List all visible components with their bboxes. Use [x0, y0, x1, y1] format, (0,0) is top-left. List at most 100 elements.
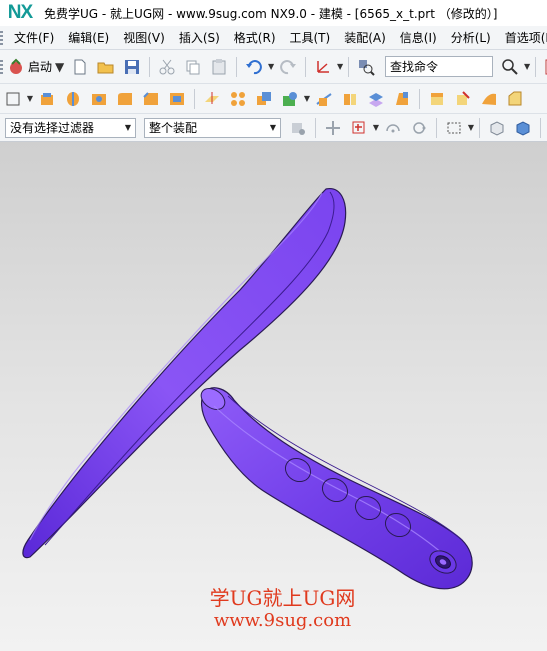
chevron-down-icon[interactable]: ▼ — [26, 94, 34, 103]
quadrant-point-button[interactable] — [408, 117, 430, 139]
menu-preferences[interactable]: 首选项(P) — [498, 26, 547, 49]
extrude-icon — [41, 92, 53, 105]
arc-center-button[interactable] — [382, 117, 404, 139]
title-bar: NX 免费学UG - 就上UG网 - www.9sug.com NX9.0 - … — [0, 0, 547, 26]
start-icon — [10, 58, 22, 74]
menu-insert[interactable]: 插入(S) — [172, 26, 227, 49]
menu-analysis[interactable]: 分析(L) — [444, 26, 498, 49]
unite-button[interactable] — [253, 88, 275, 110]
sweep-icon — [508, 91, 522, 105]
point-constructor-icon — [352, 121, 365, 133]
draft-icon — [396, 91, 408, 105]
shaded-cube-icon — [516, 120, 530, 136]
chevron-down-icon[interactable]: ▼ — [372, 123, 380, 132]
chevron-down-icon[interactable]: ▼ — [303, 94, 311, 103]
undo-button[interactable] — [243, 56, 265, 78]
hole-button[interactable] — [88, 88, 110, 110]
subtract-icon — [283, 91, 297, 106]
hole-icon — [92, 93, 106, 105]
window-layout-button[interactable] — [542, 56, 547, 78]
command-search-input[interactable] — [385, 56, 494, 77]
chamfer-button[interactable] — [140, 88, 162, 110]
menu-file[interactable]: 文件(F) — [7, 26, 61, 49]
unite-icon — [257, 91, 271, 105]
open-folder-icon — [97, 62, 114, 73]
menu-format[interactable]: 格式(R) — [227, 26, 283, 49]
draft-button[interactable] — [391, 88, 413, 110]
selection-scope-value: 整个装配 — [149, 121, 198, 135]
toolbar-separator — [348, 56, 350, 77]
revolve-button[interactable] — [62, 88, 84, 110]
replace-face-button[interactable] — [426, 88, 448, 110]
copy-button[interactable] — [182, 56, 204, 78]
menu-view[interactable]: 视图(V) — [116, 26, 172, 49]
snap-point-icon — [326, 120, 340, 135]
selection-filter-dropdown[interactable]: 没有选择过滤器 ▼ — [5, 117, 136, 138]
sketch-icon — [6, 92, 20, 105]
toolbar-separator — [479, 117, 480, 138]
menu-assembly[interactable]: 装配(A) — [337, 26, 393, 49]
part-model[interactable] — [0, 142, 547, 651]
select-settings-button[interactable] — [287, 117, 309, 139]
extrude-button[interactable] — [36, 88, 58, 110]
toolbar-separator — [236, 56, 238, 77]
csys-button[interactable] — [312, 56, 334, 78]
edge-blend-button[interactable] — [114, 88, 136, 110]
window-title: 免费学UG - 就上UG网 - www.9sug.com NX9.0 - 建模 … — [44, 6, 498, 21]
toolbar-separator — [149, 56, 151, 77]
cube-icon — [490, 120, 504, 136]
selection-toolbar: 没有选择过滤器 ▼ 整个装配 ▼ ▼ ▼ — [0, 114, 547, 142]
menu-edit[interactable]: 编辑(E) — [61, 26, 116, 49]
new-file-icon — [74, 59, 86, 74]
surface-button[interactable] — [478, 88, 500, 110]
shell-icon — [170, 92, 184, 105]
subtract-button[interactable] — [279, 88, 301, 110]
menu-bar: 文件(F) 编辑(E) 视图(V) 插入(S) 格式(R) 工具(T) 装配(A… — [0, 26, 547, 50]
command-finder-button[interactable] — [355, 56, 377, 78]
menu-information[interactable]: 信息(I) — [393, 26, 444, 49]
shaded-view-button[interactable] — [512, 117, 534, 139]
sweep-button[interactable] — [504, 88, 526, 110]
move-face-icon — [457, 90, 470, 105]
datum-plane-button[interactable] — [201, 88, 223, 110]
menu-tools[interactable]: 工具(T) — [283, 26, 338, 49]
chamfer-icon — [143, 91, 158, 105]
point-constructor-button[interactable] — [348, 117, 370, 139]
redo-button[interactable] — [277, 56, 299, 78]
split-body-button[interactable] — [339, 88, 361, 110]
handle-body[interactable] — [197, 384, 473, 590]
rectangle-select-button[interactable] — [443, 117, 465, 139]
toolbar-separator — [535, 56, 537, 77]
chevron-down-icon[interactable]: ▼ — [467, 123, 475, 132]
move-face-button[interactable] — [452, 88, 474, 110]
chevron-down-icon[interactable]: ▼ — [267, 62, 275, 71]
arc-center-icon — [386, 123, 400, 132]
toolbar-separator — [540, 117, 541, 138]
selection-scope-dropdown[interactable]: 整个装配 ▼ — [144, 117, 281, 138]
cut-button[interactable] — [156, 56, 178, 78]
watermark-line-1: 学UG就上UG网 — [209, 586, 356, 610]
toolbar-separator — [194, 88, 195, 109]
offset-face-button[interactable] — [365, 88, 387, 110]
trim-body-button[interactable] — [313, 88, 335, 110]
paste-button[interactable] — [208, 56, 230, 78]
chevron-down-icon[interactable]: ▼ — [523, 62, 531, 71]
offset-face-icon — [369, 92, 383, 107]
open-button[interactable] — [95, 56, 117, 78]
pattern-button[interactable] — [227, 88, 249, 110]
search-icon — [502, 58, 518, 75]
menu-grip[interactable] — [0, 26, 3, 49]
view-orient-button[interactable] — [486, 117, 508, 139]
chevron-down-icon: ▼ — [124, 123, 131, 132]
search-button[interactable] — [499, 56, 521, 78]
nx-logo: NX — [7, 2, 33, 23]
chevron-down-icon[interactable]: ▼ — [336, 62, 344, 71]
shell-button[interactable] — [166, 88, 188, 110]
sketch-button[interactable] — [2, 88, 24, 110]
save-button[interactable] — [121, 56, 143, 78]
start-button[interactable]: 启动 ▼ — [3, 56, 67, 78]
graphics-viewport[interactable] — [0, 142, 547, 651]
new-file-button[interactable] — [69, 56, 91, 78]
rectangle-select-icon — [447, 122, 461, 133]
snap-point-button[interactable] — [322, 117, 344, 139]
